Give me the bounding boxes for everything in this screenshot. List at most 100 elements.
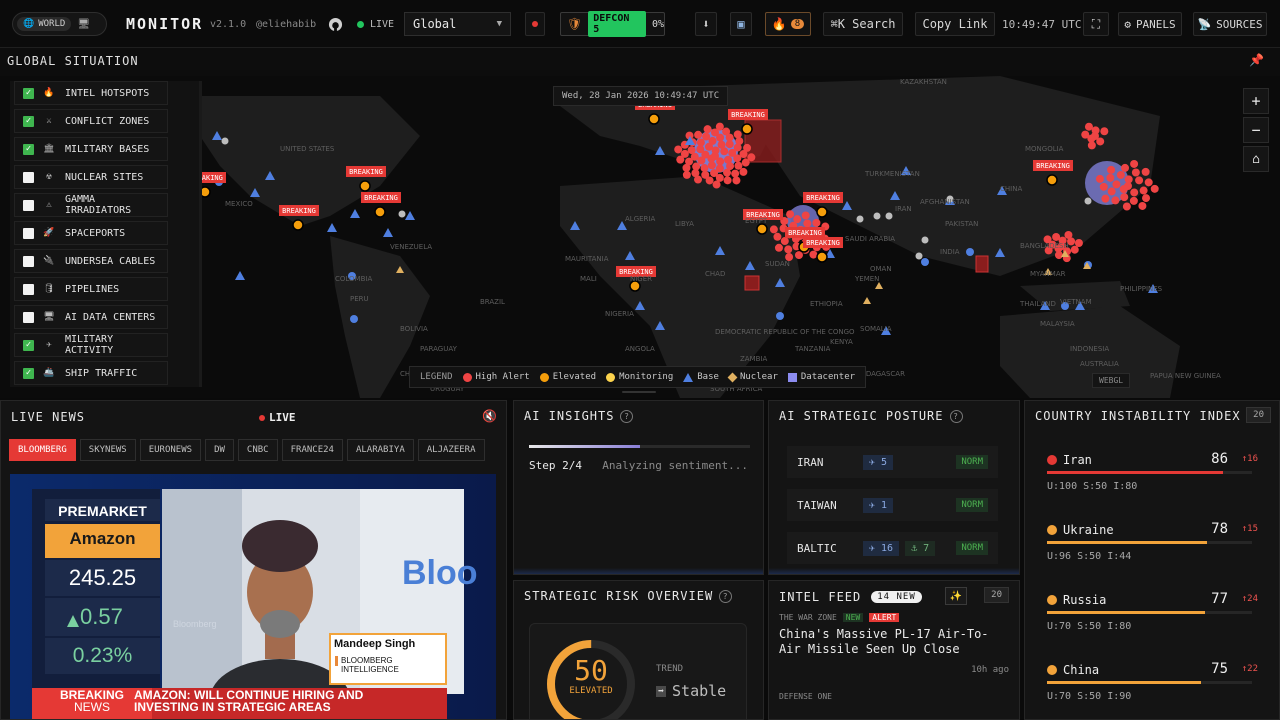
checkbox[interactable]: ✓ bbox=[23, 115, 34, 127]
copy-link-button[interactable]: Copy Link bbox=[915, 12, 995, 36]
tab-dw[interactable]: DW bbox=[205, 439, 234, 461]
live-dot-icon bbox=[259, 414, 265, 421]
layer-toggle-ai-data-centers[interactable]: 🖥 AI DATA CENTERS bbox=[14, 305, 168, 329]
breaking-label[interactable]: BREAKING bbox=[803, 237, 843, 248]
checkbox[interactable]: ✓ bbox=[23, 143, 34, 155]
breaking-label[interactable]: BREAKING bbox=[1033, 160, 1073, 171]
speaker-affiliation: BLOOMBERG INTELLIGENCE bbox=[341, 656, 399, 674]
sources-button[interactable]: 📡 SOURCES bbox=[1193, 12, 1267, 36]
mute-button[interactable]: 🔇 bbox=[482, 409, 497, 423]
help-icon[interactable]: ? bbox=[620, 409, 634, 423]
tab-aljazeera[interactable]: ALJAZEERA bbox=[417, 439, 485, 461]
high-alert-marker bbox=[1139, 186, 1148, 195]
layer-toggle-military-activity[interactable]: ✓ ✈ MILITARY ACTIVITY bbox=[14, 333, 168, 357]
layer-toggle-ship-traffic[interactable]: ✓ 🚢 SHIP TRAFFIC bbox=[14, 361, 168, 385]
score-bar bbox=[1047, 611, 1252, 614]
tab-cnbc[interactable]: CNBC bbox=[237, 439, 278, 461]
status-dot-icon bbox=[1047, 455, 1057, 465]
plus-icon: + bbox=[1251, 92, 1261, 110]
posture-row-baltic[interactable]: BALTIC ✈ 16 ⚓ 7 NORM bbox=[787, 532, 998, 564]
country-label: NIGERIA bbox=[605, 310, 634, 318]
posture-row-taiwan[interactable]: TAIWAN ✈ 1 NORM bbox=[787, 489, 998, 521]
layer-label: CONFLICT ZONES bbox=[65, 115, 150, 127]
checkbox[interactable] bbox=[23, 227, 34, 239]
country-row-china[interactable]: China 75 ↑22 U:70 S:50 I:90 bbox=[1041, 659, 1260, 719]
layer-toggle-military-bases[interactable]: ✓ 🏛 MILITARY BASES bbox=[14, 137, 168, 161]
search-button[interactable]: ⌘K Search bbox=[823, 12, 903, 36]
elevated-marker bbox=[756, 223, 768, 235]
vessel-count: ⚓ 7 bbox=[905, 540, 936, 556]
tab-skynews[interactable]: SKYNEWS bbox=[79, 439, 136, 461]
intel-item-headline[interactable]: China's Massive PL-17 Air-To-Air Missile… bbox=[779, 627, 1009, 657]
zoom-out-button[interactable]: − bbox=[1243, 117, 1269, 143]
tab-euronews[interactable]: EURONEWS bbox=[139, 439, 202, 461]
checkbox[interactable] bbox=[23, 255, 34, 267]
high-alert-marker bbox=[731, 169, 740, 178]
high-alert-marker bbox=[1120, 193, 1129, 202]
high-alert-marker bbox=[732, 176, 741, 185]
datapoint-marker bbox=[921, 258, 929, 266]
fullscreen-button[interactable]: ⛶ bbox=[1083, 12, 1109, 36]
checkbox[interactable] bbox=[23, 199, 34, 211]
intel-feed-panel: INTEL FEED 14 NEW ✨ 20 THE WAR ZONE NEW … bbox=[768, 580, 1020, 720]
live-indicator: LIVE bbox=[357, 12, 394, 36]
defcon-indicator[interactable]: 🛡 DEFCON 5 0% bbox=[560, 11, 665, 37]
layer-toggle-pipelines[interactable]: 🛢 PIPELINES bbox=[14, 277, 168, 301]
layer-toggle-conflict-zones[interactable]: ✓ ⚔ CONFLICT ZONES bbox=[14, 109, 168, 133]
download-button[interactable]: ⬇ bbox=[695, 12, 717, 36]
checkbox[interactable]: ✓ bbox=[23, 367, 34, 379]
checkbox[interactable] bbox=[23, 283, 34, 295]
breaking-label[interactable]: BREAKING bbox=[346, 166, 386, 177]
view-switcher[interactable]: 🌐 WORLD 🖥 bbox=[12, 12, 107, 36]
alerts-button[interactable]: 🔥 8 bbox=[765, 12, 811, 36]
instability-count: 20 bbox=[1246, 407, 1271, 423]
layer-list-scrollbar[interactable] bbox=[199, 81, 202, 387]
github-icon[interactable] bbox=[328, 12, 344, 36]
help-icon[interactable]: ? bbox=[719, 589, 733, 603]
checkbox[interactable]: ✓ bbox=[23, 87, 34, 99]
layer-label: PIPELINES bbox=[65, 283, 120, 295]
score-bar bbox=[1047, 471, 1252, 474]
record-button[interactable] bbox=[525, 12, 545, 36]
snapshot-button[interactable]: ▣ bbox=[730, 12, 752, 36]
high-alert-marker bbox=[1099, 182, 1108, 191]
world-view-toggle[interactable]: 🌐 WORLD bbox=[17, 17, 72, 31]
layer-toggle-gamma-irradiators[interactable]: ⚠ GAMMA IRRADIATORS bbox=[14, 193, 168, 217]
breaking-label[interactable]: BREAKING bbox=[803, 192, 843, 203]
author-handle[interactable]: @eliehabib bbox=[256, 12, 316, 36]
country-row-ukraine[interactable]: Ukraine 78 ↑15 U:96 S:50 I:44 bbox=[1041, 519, 1260, 581]
breaking-label[interactable]: BREAKING bbox=[728, 109, 768, 120]
checkbox[interactable]: ✓ bbox=[23, 339, 34, 351]
zoom-in-button[interactable]: + bbox=[1243, 88, 1269, 114]
country-row-russia[interactable]: Russia 77 ↑24 U:70 S:50 I:80 bbox=[1041, 589, 1260, 651]
reset-view-button[interactable]: ⌂ bbox=[1243, 146, 1269, 172]
help-icon[interactable]: ? bbox=[949, 409, 963, 423]
region-select[interactable]: Global ▼ bbox=[404, 12, 511, 36]
monitoring-marker bbox=[398, 210, 406, 218]
layer-toggle-undersea-cables[interactable]: 🔌 UNDERSEA CABLES bbox=[14, 249, 168, 273]
checkbox[interactable] bbox=[23, 171, 34, 183]
layer-toggle-intel-hotspots[interactable]: ✓ 🔥 INTEL HOTSPOTS bbox=[14, 81, 168, 105]
checkbox[interactable] bbox=[23, 311, 34, 323]
panels-button[interactable]: ⚙ PANELS bbox=[1118, 12, 1182, 36]
fullscreen-icon: ⛶ bbox=[1091, 16, 1101, 31]
aircraft-count: ✈ 16 bbox=[863, 540, 900, 556]
pin-icon[interactable]: 📌 bbox=[1249, 53, 1264, 67]
tab-bloomberg[interactable]: BLOOMBERG bbox=[9, 439, 76, 461]
satellite-icon: 📡 bbox=[1197, 17, 1212, 31]
ai-summary-button[interactable]: ✨ bbox=[945, 587, 967, 605]
layer-toggle-nuclear-sites[interactable]: ☢ NUCLEAR SITES bbox=[14, 165, 168, 189]
tech-view-toggle[interactable]: 🖥 bbox=[71, 17, 96, 32]
country-row-iran[interactable]: Iran 86 ↑16 U:100 S:50 I:80 bbox=[1041, 449, 1260, 511]
video-player[interactable]: PREMARKET Amazon 245.25 0.57 0.23% Bloom… bbox=[10, 474, 496, 719]
breaking-label[interactable]: BREAKING bbox=[785, 227, 825, 238]
panel-resize-handle[interactable] bbox=[622, 391, 656, 393]
breaking-label[interactable]: BREAKING bbox=[279, 205, 319, 216]
posture-row-iran[interactable]: IRAN ✈ 5 NORM bbox=[787, 446, 998, 478]
tab-alarabiya[interactable]: ALARABIYA bbox=[346, 439, 414, 461]
country-label: COLOMBIA bbox=[335, 275, 372, 283]
datapoint-marker bbox=[350, 315, 358, 323]
breaking-label[interactable]: BREAKING bbox=[361, 192, 401, 203]
tab-france24[interactable]: FRANCE24 bbox=[281, 439, 343, 461]
layer-toggle-spaceports[interactable]: 🚀 SPACEPORTS bbox=[14, 221, 168, 245]
